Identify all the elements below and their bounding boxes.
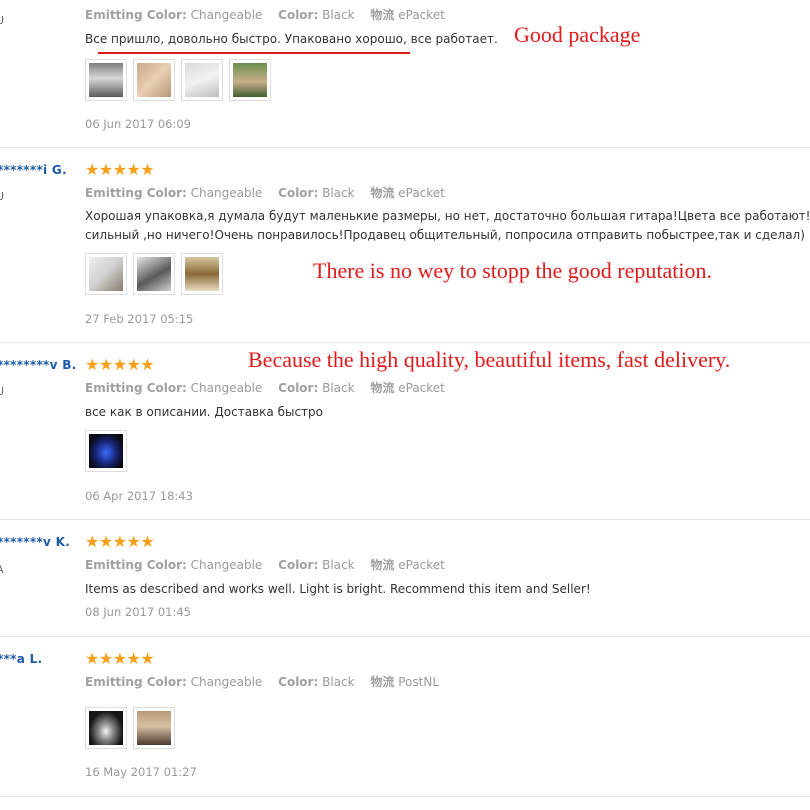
reviewer-name[interactable]: ********v B.: [0, 358, 77, 372]
annotation-underline: [98, 52, 410, 54]
review-divider: [0, 342, 810, 343]
reviewer-country: U: [0, 14, 5, 27]
annotation-good-package: Good package: [514, 22, 641, 47]
product-attributes: Emitting Color: Changeable Color: Black …: [85, 381, 445, 395]
review-photo[interactable]: [181, 253, 223, 295]
review-date: 06 Jun 2017 06:09: [85, 117, 191, 131]
reviewer-name[interactable]: *******i G.: [0, 163, 67, 177]
review-date: 16 May 2017 01:27: [85, 765, 197, 779]
reviewer-country: A: [0, 563, 4, 576]
review-photo[interactable]: [85, 707, 127, 749]
review-photo[interactable]: [85, 253, 127, 295]
star-rating: ★★★★★: [85, 532, 155, 551]
review-photo[interactable]: [133, 253, 175, 295]
reviewer-name[interactable]: ***a L.: [0, 652, 42, 666]
product-attributes: Emitting Color: Changeable Color: Black …: [85, 675, 440, 689]
review-photo[interactable]: [133, 59, 175, 101]
reviewer-country: U: [0, 385, 5, 398]
review-date: 27 Feb 2017 05:15: [85, 312, 194, 326]
reviewer-country: U: [0, 190, 5, 203]
review-photo[interactable]: [133, 707, 175, 749]
review-text-line-2: сильный ,но ничего!Очень понравилось!Про…: [85, 228, 805, 242]
review-text: Все пришло, довольно быстро. Упаковано х…: [85, 32, 498, 46]
review-photo[interactable]: [85, 430, 127, 472]
star-rating: ★★★★★: [85, 649, 155, 668]
review-photo[interactable]: [229, 59, 271, 101]
review-text: Items as described and works well. Light…: [85, 582, 591, 596]
product-attributes: Emitting Color: Changeable Color: Black …: [85, 558, 445, 572]
review-photo[interactable]: [181, 59, 223, 101]
review-date: 06 Apr 2017 18:43: [85, 489, 193, 503]
product-attributes: Emitting Color: Changeable Color: Black …: [85, 8, 445, 22]
review-divider: [0, 636, 810, 637]
star-rating: ★★★★★: [85, 160, 155, 179]
star-rating: ★★★★★: [85, 355, 155, 374]
annotation-quality: Because the high quality, beautiful item…: [248, 347, 731, 372]
review-date: 08 Jun 2017 01:45: [85, 605, 191, 619]
review-text-line-1: Хорошая упаковка,я думала будут маленьки…: [85, 209, 810, 223]
reviewer-name[interactable]: *******v K.: [0, 535, 70, 549]
review-divider: [0, 519, 810, 520]
annotation-reputation: There is no wey to stopp the good reputa…: [313, 258, 712, 283]
product-attributes: Emitting Color: Changeable Color: Black …: [85, 186, 445, 200]
review-photo[interactable]: [85, 59, 127, 101]
review-divider: [0, 796, 810, 797]
review-text: все как в описании. Доставка быстро: [85, 405, 323, 419]
review-divider: [0, 147, 810, 148]
